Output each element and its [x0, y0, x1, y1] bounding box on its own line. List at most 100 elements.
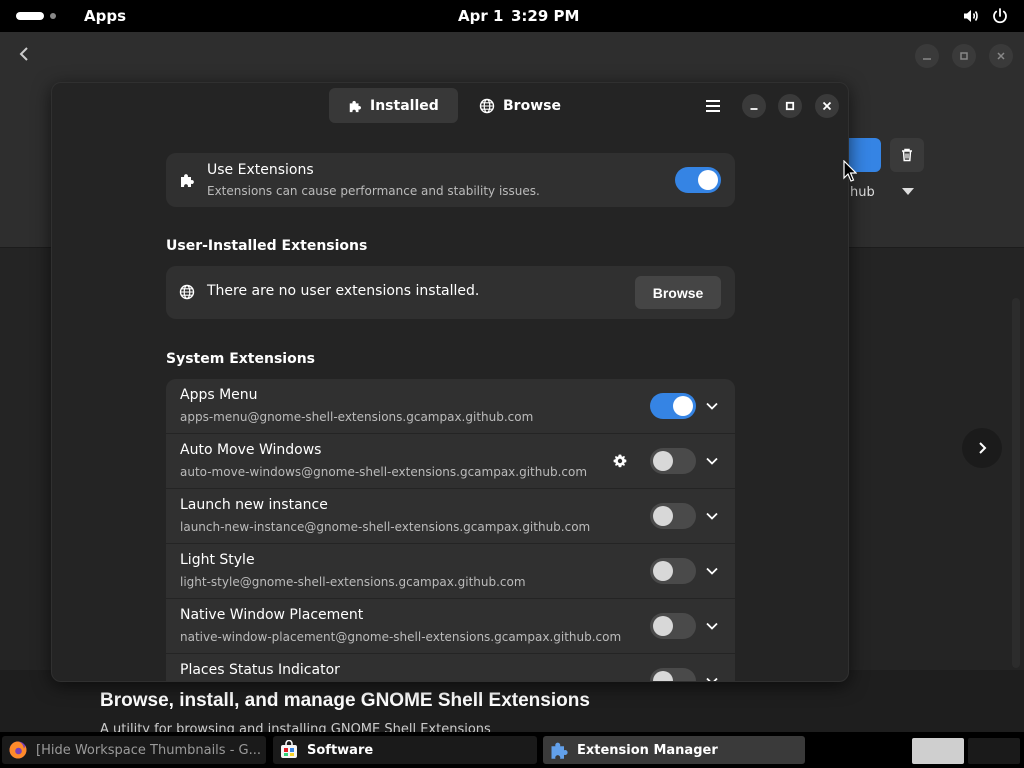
extension-row-launch-new-instance[interactable]: Launch new instance launch-new-instance@…: [166, 489, 735, 544]
mouse-cursor-icon: [843, 160, 857, 182]
minimize-icon: [923, 58, 931, 60]
system-extensions-list: Apps Menu apps-menu@gnome-shell-extensio…: [166, 379, 735, 682]
chevron-down-icon[interactable]: [704, 618, 720, 634]
extension-name: Launch new instance: [180, 497, 328, 513]
workspace-indicator-active[interactable]: [16, 12, 44, 20]
extension-row-apps-menu[interactable]: Apps Menu apps-menu@gnome-shell-extensio…: [166, 379, 735, 434]
extension-name: Places Status Indicator: [180, 662, 340, 678]
empty-message: There are no user extensions installed.: [207, 283, 480, 299]
taskbar: [Hide Workspace Thumbnails - G... Softwa…: [0, 732, 1024, 768]
toggle-knob: [653, 671, 673, 681]
main-menu-icon[interactable]: [703, 96, 723, 116]
chevron-down-icon[interactable]: [704, 508, 720, 524]
software-icon: [281, 740, 297, 758]
chevron-down-icon[interactable]: [704, 563, 720, 579]
toggle-knob: [653, 616, 673, 636]
extension-row-auto-move-windows[interactable]: Auto Move Windows auto-move-windows@gnom…: [166, 434, 735, 489]
clock-time[interactable]: 3:29 PM: [511, 7, 579, 25]
taskbar-item-label: [Hide Workspace Thumbnails - G...: [36, 742, 261, 758]
taskbar-item-firefox[interactable]: [Hide Workspace Thumbnails - G...: [2, 736, 266, 764]
browse-button[interactable]: Browse: [635, 276, 721, 309]
power-icon[interactable]: [991, 7, 1009, 25]
clock-date[interactable]: Apr 1: [458, 7, 503, 25]
toggle-knob: [673, 396, 693, 416]
close-button[interactable]: [815, 94, 839, 118]
taskbar-item-extension-manager[interactable]: Extension Manager: [543, 736, 805, 764]
extension-uuid: launch-new-instance@gnome-shell-extensio…: [180, 520, 591, 534]
workspace-thumbnail-1[interactable]: [912, 738, 964, 764]
background-maximize-button[interactable]: [952, 44, 976, 68]
use-extensions-title: Use Extensions: [207, 162, 314, 178]
extension-toggle[interactable]: [650, 668, 696, 681]
use-extensions-subtitle: Extensions can cause performance and sta…: [207, 184, 540, 198]
minimize-icon: [750, 108, 758, 110]
extension-row-native-window-placement[interactable]: Native Window Placement native-window-pl…: [166, 599, 735, 654]
firefox-icon: [9, 741, 27, 759]
user-extensions-empty-row: There are no user extensions installed. …: [166, 266, 735, 319]
toggle-knob: [653, 451, 673, 471]
maximize-icon: [785, 101, 795, 111]
toggle-knob: [653, 561, 673, 581]
maximize-button[interactable]: [778, 94, 802, 118]
extension-row-places-status-indicator[interactable]: Places Status Indicator: [166, 654, 735, 682]
background-close-button[interactable]: [989, 44, 1013, 68]
extension-manager-window: Installed Browse Use Extensions Extensio…: [51, 82, 849, 682]
tab-installed-label: Installed: [370, 97, 439, 114]
puzzle-icon: [551, 742, 568, 759]
user-extensions-heading: User-Installed Extensions: [166, 238, 368, 254]
minimize-button[interactable]: [742, 94, 766, 118]
tab-browse[interactable]: Browse: [460, 88, 580, 123]
gear-icon[interactable]: [612, 453, 628, 469]
extension-uuid: auto-move-windows@gnome-shell-extensions…: [180, 465, 588, 479]
volume-icon[interactable]: [962, 7, 980, 25]
extension-toggle[interactable]: [650, 558, 696, 584]
workspace-indicator-dot[interactable]: [50, 13, 56, 19]
background-app-subtitle: A utility for browsing and installing GN…: [100, 722, 491, 732]
extension-row-light-style[interactable]: Light Style light-style@gnome-shell-exte…: [166, 544, 735, 599]
background-minimize-button[interactable]: [915, 44, 939, 68]
chevron-down-icon[interactable]: [902, 188, 914, 195]
extension-toggle[interactable]: [650, 448, 696, 474]
close-icon: [822, 101, 832, 111]
trash-icon: [902, 148, 912, 162]
extension-toggle[interactable]: [650, 503, 696, 529]
extension-uuid: native-window-placement@gnome-shell-exte…: [180, 630, 622, 644]
puzzle-icon: [181, 174, 194, 187]
puzzle-icon: [349, 100, 362, 112]
toggle-knob: [653, 506, 673, 526]
extension-name: Light Style: [180, 552, 255, 568]
workspace-thumbnail-2[interactable]: [968, 738, 1020, 764]
extension-name: Auto Move Windows: [180, 442, 322, 458]
apps-menu-button[interactable]: Apps: [84, 7, 126, 25]
extension-name: Apps Menu: [180, 387, 258, 403]
globe-icon: [179, 284, 195, 300]
taskbar-item-software[interactable]: Software: [273, 736, 537, 764]
use-extensions-toggle[interactable]: [675, 167, 721, 193]
maximize-icon: [960, 52, 968, 60]
chevron-down-icon[interactable]: [704, 398, 720, 414]
back-arrow-icon[interactable]: [14, 44, 34, 64]
tab-installed[interactable]: Installed: [329, 88, 458, 123]
extension-toggle[interactable]: [650, 393, 696, 419]
globe-icon: [479, 98, 495, 113]
chevron-down-icon[interactable]: [704, 673, 720, 682]
extension-uuid: light-style@gnome-shell-extensions.gcamp…: [180, 575, 526, 589]
background-app-title: Browse, install, and manage GNOME Shell …: [100, 690, 590, 711]
extension-uuid: apps-menu@gnome-shell-extensions.gcampax…: [180, 410, 534, 424]
taskbar-item-label: Software: [307, 742, 374, 758]
use-extensions-row: Use Extensions Extensions can cause perf…: [166, 153, 735, 207]
chevron-right-icon: [979, 442, 987, 454]
background-source-label: hub: [850, 185, 875, 200]
background-remove-button[interactable]: [890, 138, 924, 172]
carousel-next-button[interactable]: [962, 428, 1002, 468]
toggle-knob: [698, 170, 718, 190]
taskbar-item-label: Extension Manager: [577, 742, 718, 758]
system-extensions-heading: System Extensions: [166, 351, 315, 367]
chevron-down-icon[interactable]: [704, 453, 720, 469]
background-scrollbar[interactable]: [1012, 298, 1020, 668]
top-bar: Apps Apr 1 3:29 PM: [0, 0, 1024, 32]
extension-name: Native Window Placement: [180, 607, 364, 623]
close-icon: [997, 52, 1005, 60]
extension-toggle[interactable]: [650, 613, 696, 639]
tab-browse-label: Browse: [503, 97, 561, 114]
